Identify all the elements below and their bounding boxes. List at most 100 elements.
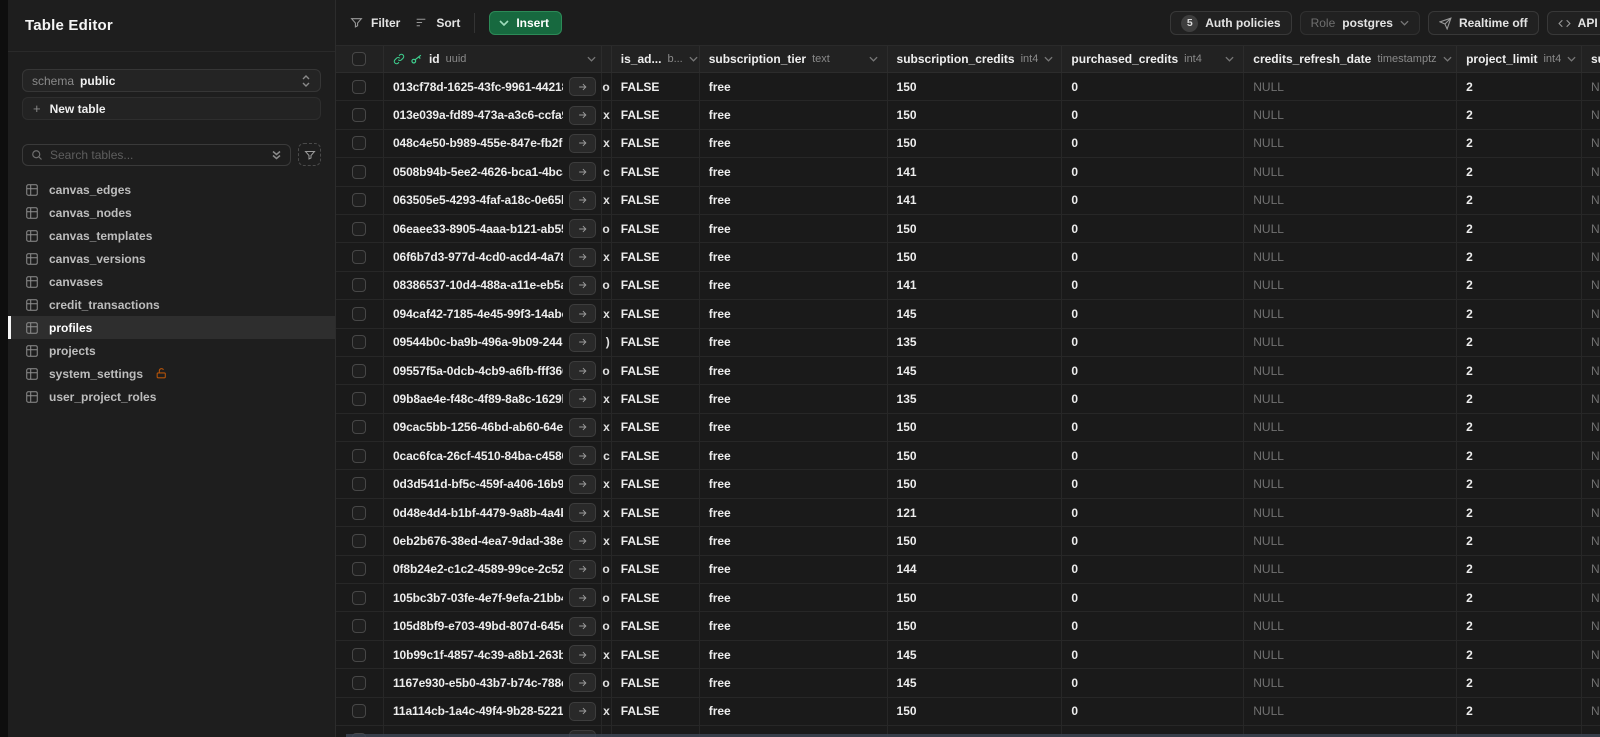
row-checkbox[interactable] <box>352 704 367 719</box>
expand-row-button[interactable] <box>568 133 596 153</box>
row-checkbox[interactable] <box>352 533 367 548</box>
table-row[interactable]: 0cac6fca-26cf-4510-84ba-c4580... c FALSE… <box>336 442 1600 471</box>
row-checkbox[interactable] <box>352 79 367 94</box>
table-row[interactable]: 08386537-10d4-488a-a11e-eb5a6... o FALSE… <box>336 271 1600 301</box>
role-select-button[interactable]: Role postgres <box>1299 11 1420 35</box>
table-row[interactable]: 09544b0c-ba9b-496a-9b09-244... ) FALSE f… <box>336 328 1600 357</box>
expand-row-button[interactable] <box>568 616 596 636</box>
chevron-down-icon[interactable] <box>689 56 698 62</box>
expand-row-button[interactable] <box>568 588 596 608</box>
row-checkbox[interactable] <box>352 306 367 321</box>
schema-select[interactable]: schema public <box>22 69 321 92</box>
table-row[interactable]: 0d48e4d4-b1bf-4479-9a8b-4a4b... x FALSE … <box>336 498 1600 528</box>
sidebar-table-item[interactable]: projects <box>8 339 335 362</box>
row-checkbox[interactable] <box>352 590 367 605</box>
row-checkbox[interactable] <box>352 477 367 492</box>
expand-row-button[interactable] <box>568 531 596 551</box>
table-row[interactable]: 0f8b24e2-c1c2-4589-99ce-2c52d... o FALSE… <box>336 555 1600 585</box>
chevron-down-icon[interactable] <box>868 56 878 62</box>
chevron-down-icon[interactable] <box>1044 56 1053 62</box>
sidebar-table-item[interactable]: credit_transactions <box>8 293 335 316</box>
expand-row-button[interactable] <box>568 332 596 352</box>
search-box[interactable] <box>22 143 291 166</box>
expand-row-button[interactable] <box>568 417 596 437</box>
chevrons-collapse-icon[interactable] <box>271 149 282 161</box>
select-all-checkbox[interactable] <box>352 52 367 66</box>
sort-button[interactable]: Sort <box>414 16 460 30</box>
sidebar-table-item[interactable]: user_project_roles <box>8 385 335 408</box>
table-row[interactable]: 09b8ae4e-f48c-4f89-8a8c-1629b... x FALSE… <box>336 385 1600 414</box>
column-header-subscription-tier[interactable]: subscription_tier text <box>700 46 888 72</box>
sidebar-table-item[interactable]: canvas_edges <box>8 178 335 201</box>
column-header-is-admin[interactable]: is_ad... b... <box>612 46 700 72</box>
table-row[interactable]: 10b99c1f-4857-4c39-a8b1-263b8... x FALSE… <box>336 640 1600 670</box>
table-row[interactable]: 105d8bf9-e703-49bd-807d-645e... o FALSE … <box>336 612 1600 641</box>
expand-row-button[interactable] <box>568 77 596 97</box>
table-row[interactable]: 105bc3b7-03fe-4e7f-9efa-21bb40... o FALS… <box>336 584 1600 613</box>
chevron-down-icon[interactable] <box>1443 56 1452 62</box>
filter-tables-button[interactable] <box>298 143 321 166</box>
row-checkbox[interactable] <box>352 335 367 350</box>
row-checkbox[interactable] <box>352 675 367 690</box>
expand-row-button[interactable] <box>568 673 596 693</box>
table-row[interactable]: 0508b94b-5ee2-4626-bca1-4bca... c FALSE … <box>336 158 1600 187</box>
expand-row-button[interactable] <box>568 247 596 267</box>
table-row[interactable]: 11a114cb-1a4c-49f4-9b28-52219ec... x FAL… <box>336 697 1600 726</box>
row-checkbox[interactable] <box>352 619 367 634</box>
chevron-down-icon[interactable] <box>587 56 596 62</box>
expand-row-button[interactable] <box>568 474 596 494</box>
api-docs-button[interactable]: API Do <box>1546 11 1600 35</box>
row-checkbox[interactable] <box>352 164 367 179</box>
row-checkbox[interactable] <box>352 647 367 662</box>
expand-row-button[interactable] <box>568 645 596 664</box>
sidebar-table-item[interactable]: system_settings <box>8 362 335 385</box>
table-row[interactable]: 048c4e50-b989-455e-847e-fb2f... x FALSE … <box>336 129 1600 159</box>
table-row[interactable]: 06f6b7d3-977d-4cd0-acd4-4a78... x FALSE … <box>336 243 1600 272</box>
table-row[interactable]: 09557f5a-0dcb-4cb9-a6fb-fff366... o FALS… <box>336 356 1600 386</box>
chevron-down-icon[interactable] <box>1567 56 1576 62</box>
sidebar-table-item[interactable]: profiles <box>8 316 335 339</box>
sidebar-table-item[interactable]: canvas_versions <box>8 247 335 270</box>
row-checkbox[interactable] <box>352 250 367 265</box>
table-row[interactable]: 09cac5bb-1256-46bd-ab60-64ed... x FALSE … <box>336 413 1600 443</box>
table-row[interactable]: 013e039a-fd89-473a-a3c6-ccfa9... x FALSE… <box>336 101 1600 130</box>
sidebar-table-item[interactable]: canvas_nodes <box>8 201 335 224</box>
realtime-toggle-button[interactable]: Realtime off <box>1427 11 1539 35</box>
row-checkbox[interactable] <box>352 448 367 463</box>
filter-button[interactable]: Filter <box>350 16 400 30</box>
new-table-button[interactable]: + New table <box>22 97 321 120</box>
expand-row-button[interactable] <box>568 275 596 295</box>
search-tables-input[interactable] <box>50 147 264 162</box>
expand-row-button[interactable] <box>568 219 596 239</box>
table-row[interactable]: 0d3d541d-bf5c-459f-a406-16b93... x FALSE… <box>336 470 1600 499</box>
row-checkbox[interactable] <box>352 221 367 236</box>
sidebar-table-item[interactable]: canvases <box>8 270 335 293</box>
table-row[interactable]: 0eb2b676-38ed-4ea7-9dad-38e6... x FALSE … <box>336 527 1600 556</box>
expand-row-button[interactable] <box>568 559 596 579</box>
row-checkbox[interactable] <box>352 562 367 577</box>
expand-row-button[interactable] <box>568 190 596 210</box>
table-row[interactable]: 06eaee33-8905-4aaa-b121-ab552... o FALSE… <box>336 214 1600 244</box>
sidebar-table-item[interactable]: canvas_templates <box>8 224 335 247</box>
table-row[interactable]: 063505e5-4293-4faf-a18c-0e65b... x FALSE… <box>336 186 1600 215</box>
expand-row-button[interactable] <box>568 361 596 381</box>
row-checkbox[interactable] <box>352 136 367 151</box>
column-header-clipped[interactable]: su <box>1582 46 1600 72</box>
expand-row-button[interactable] <box>568 446 596 466</box>
row-checkbox[interactable] <box>352 363 367 378</box>
column-header-id[interactable]: id uuid <box>384 46 602 72</box>
insert-button[interactable]: Insert <box>489 10 563 35</box>
table-row[interactable]: 094caf42-7185-4e45-99f3-14abee... x FALS… <box>336 300 1600 329</box>
row-checkbox[interactable] <box>352 193 367 208</box>
row-checkbox[interactable] <box>352 108 367 123</box>
chevron-down-icon[interactable] <box>1225 56 1234 62</box>
table-row[interactable]: 1167e930-e5b0-43b7-b74c-788c9... o FALSE… <box>336 669 1600 698</box>
column-header-project-limit[interactable]: project_limit int4 <box>1457 46 1582 72</box>
expand-row-button[interactable] <box>568 304 596 324</box>
auth-policies-button[interactable]: 5 Auth policies <box>1170 11 1292 35</box>
column-header-credits-refresh-date[interactable]: credits_refresh_date timestamptz <box>1244 46 1458 72</box>
row-checkbox[interactable] <box>352 420 367 435</box>
column-header-purchased-credits[interactable]: purchased_credits int4 <box>1062 46 1245 72</box>
expand-row-button[interactable] <box>568 503 596 523</box>
expand-row-button[interactable] <box>568 162 596 182</box>
